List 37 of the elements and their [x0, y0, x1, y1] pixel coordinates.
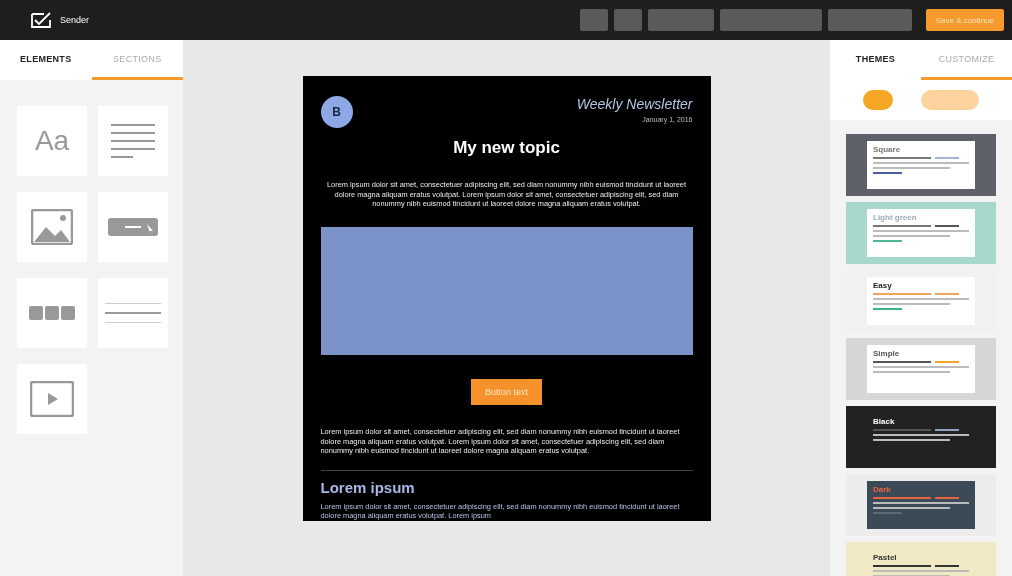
theme-card[interactable]: Pastel: [846, 542, 996, 576]
theme-card[interactable]: Dark: [846, 474, 996, 536]
subheading: Lorem ipsum: [320, 478, 415, 496]
newsletter-title: Weekly Newsletter: [576, 96, 693, 112]
theme-card[interactable]: Simple: [846, 338, 996, 400]
element-tile[interactable]: [98, 106, 168, 176]
theme-name: Easy: [873, 281, 893, 290]
app-name: Sender: [60, 15, 90, 25]
toggle-pill[interactable]: [863, 90, 893, 110]
theme-card[interactable]: Light green: [846, 202, 996, 264]
theme-card[interactable]: Black: [846, 406, 996, 468]
theme-name: Pastel: [873, 553, 898, 562]
theme-name: Simple: [873, 349, 901, 358]
logo: B: [320, 96, 353, 128]
toolbar-button[interactable]: [613, 9, 642, 31]
theme-name: Light green: [873, 213, 918, 222]
theme-name: Dark: [873, 485, 892, 494]
email-heading: My new topic: [453, 138, 560, 158]
social-icons: [28, 305, 76, 321]
toolbar-button[interactable]: [579, 9, 608, 31]
edit-icon: [30, 11, 54, 29]
button-icon: [107, 216, 159, 238]
video-icon: [30, 381, 74, 417]
element-tile[interactable]: [98, 192, 168, 262]
theme-card[interactable]: Square: [846, 134, 996, 196]
element-tile[interactable]: Aa: [17, 106, 87, 176]
element-tile[interactable]: [17, 278, 87, 348]
divider-icon: [105, 301, 161, 325]
element-tile[interactable]: [17, 192, 87, 262]
theme-name: Square: [873, 145, 902, 154]
paragraph-icon: [109, 123, 157, 159]
image-icon: [31, 209, 73, 245]
element-tile[interactable]: [98, 278, 168, 348]
element-tile[interactable]: [17, 364, 87, 434]
theme-name: Black: [873, 417, 896, 426]
toggle-pill[interactable]: [921, 90, 979, 110]
text-label: Aa: [34, 125, 70, 157]
